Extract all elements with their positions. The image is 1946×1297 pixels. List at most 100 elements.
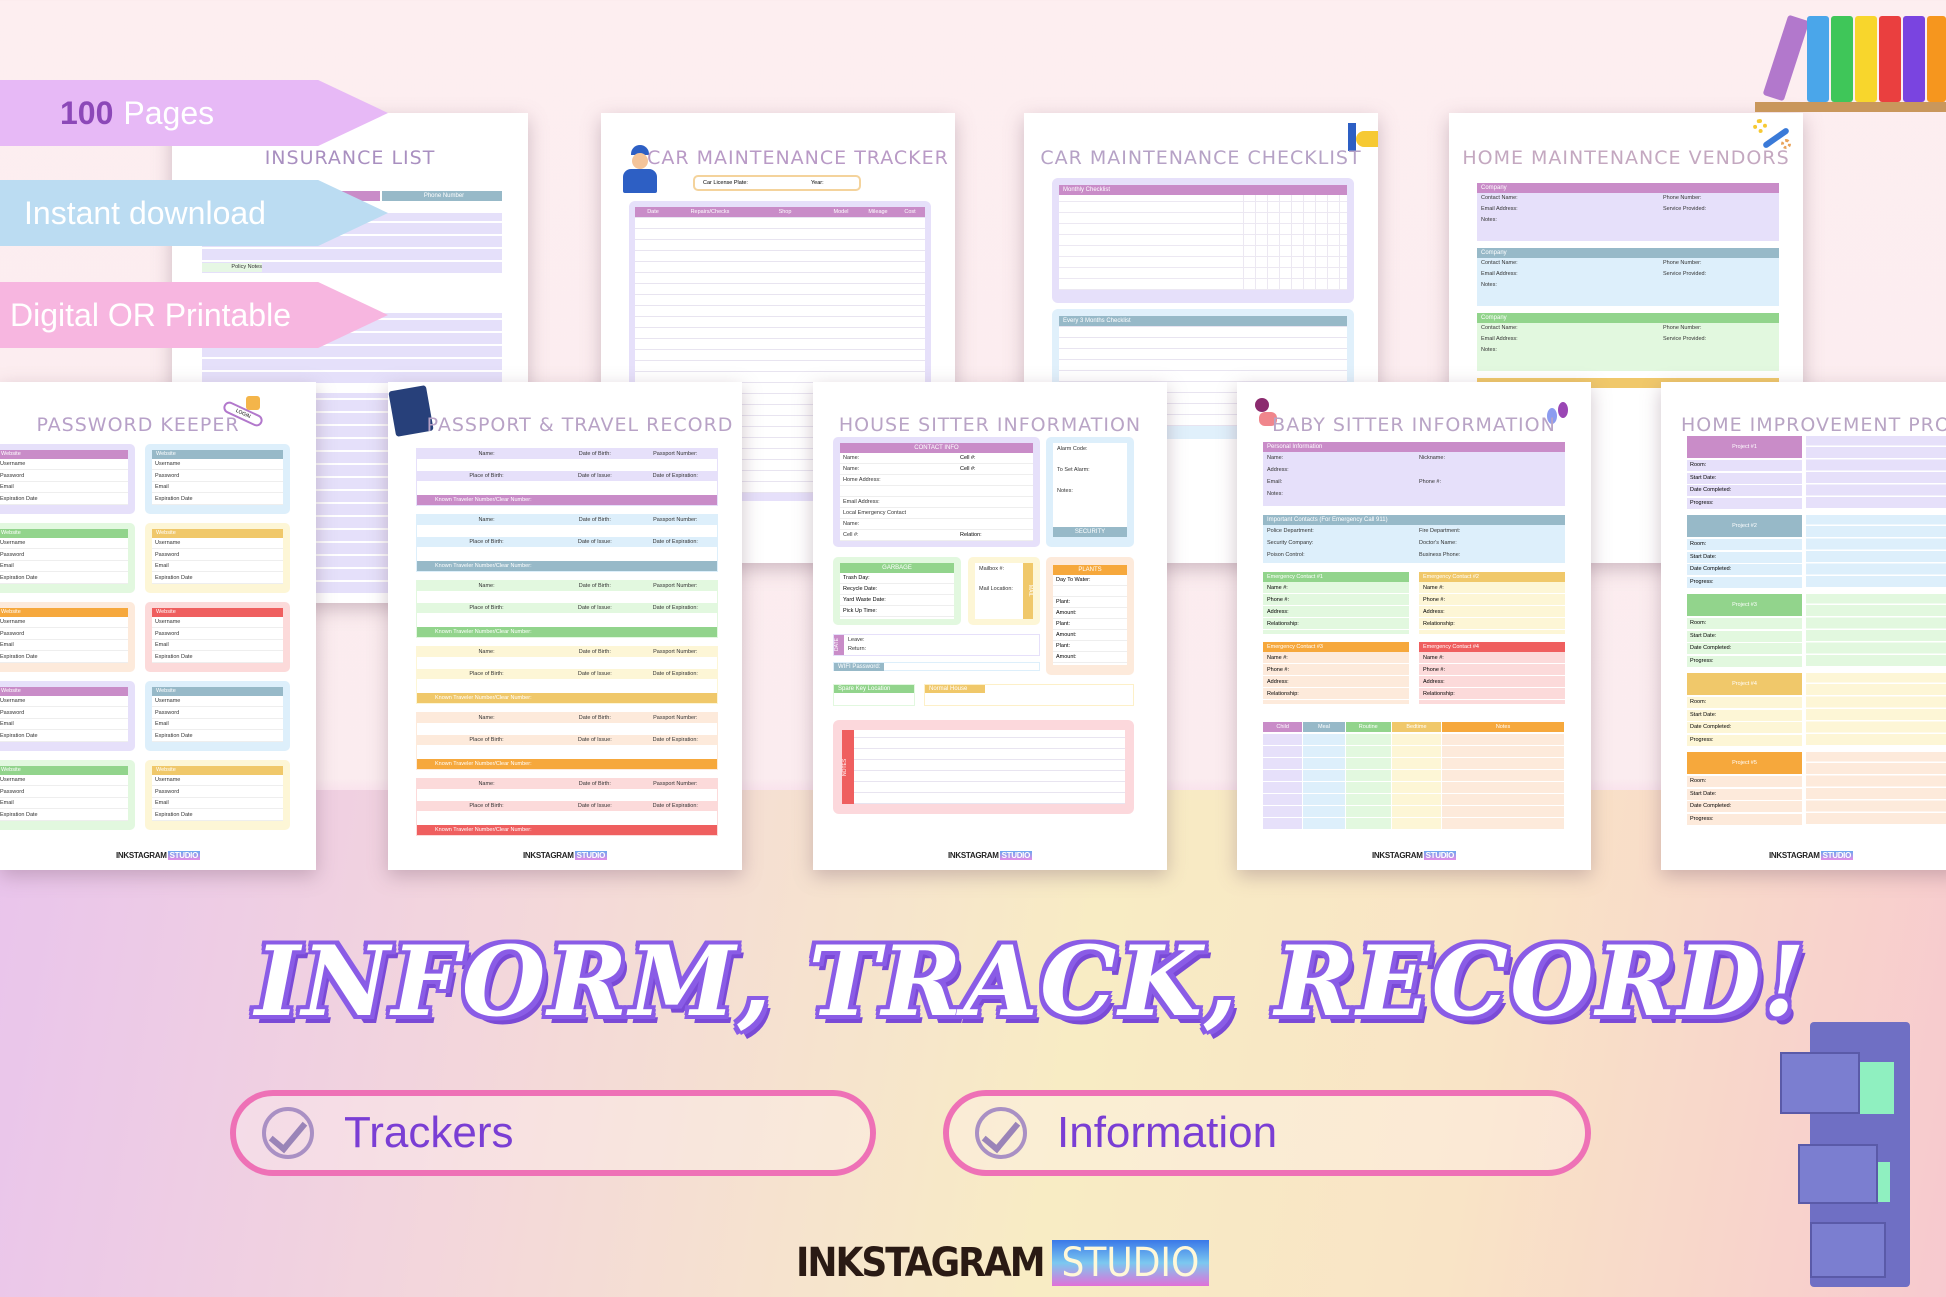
password-field-label: Email bbox=[0, 482, 128, 493]
page-password-keeper: PASSWORD KEEPER LOGIN Website Username Pas… bbox=[0, 382, 316, 870]
date-side-label: DATE bbox=[834, 635, 844, 655]
website-header: Website bbox=[152, 529, 283, 538]
project-header: Project #5 bbox=[1687, 752, 1802, 774]
emergency-field-label: Name #: bbox=[1263, 582, 1409, 594]
password-card: Website Username Password Email Expiration D… bbox=[145, 602, 290, 672]
passport-field-label: Date of Expiration: bbox=[652, 671, 698, 677]
monthly-checklist-box: Monthly Checklist bbox=[1052, 178, 1354, 303]
page-passport-travel-record: PASSPORT & TRAVEL RECORD Name: Date of Bi… bbox=[388, 382, 742, 870]
password-field-label: Username bbox=[0, 538, 128, 549]
password-field-label: Email bbox=[0, 719, 128, 730]
emergency-contact-header: Emergency Contact #3 bbox=[1263, 642, 1409, 652]
emergency-field-label: Relationship: bbox=[1419, 618, 1565, 630]
label-phone-number: Phone Number: bbox=[1663, 325, 1702, 331]
passport-field-label: Passport Number: bbox=[653, 715, 698, 721]
password-field-label: Expiration Date bbox=[0, 731, 128, 742]
project-header: Project #1 bbox=[1687, 436, 1802, 458]
footer-brand-name: INKSTAGRAM bbox=[1371, 851, 1423, 860]
passport-field-label: Date of Expiration: bbox=[652, 539, 698, 545]
passport-field-label: Date of Expiration: bbox=[652, 605, 698, 611]
emergency-field-label: Name #: bbox=[1419, 652, 1565, 664]
website-header: Website bbox=[152, 687, 283, 696]
col-cost: Cost bbox=[904, 209, 916, 215]
label-fire: Fire Department: bbox=[1419, 528, 1461, 534]
label-email: Email Address: bbox=[1481, 206, 1518, 212]
password-card: Website Username Password Email Expiration D… bbox=[0, 444, 135, 514]
password-field-label: Expiration Date bbox=[152, 731, 283, 742]
vendor-block: Company Contact Name: Phone Number: Emai… bbox=[1477, 183, 1779, 241]
schedule-column-header: Routine bbox=[1345, 722, 1391, 732]
emergency-field-label: Name #: bbox=[1263, 652, 1409, 664]
passport-field-label: Date of Issue: bbox=[577, 803, 612, 809]
page-baby-sitter-information: BABY SITTER INFORMATION Personal Informa… bbox=[1237, 382, 1591, 870]
banner-page-count: 100 Pages bbox=[0, 80, 388, 146]
project-field-label: Progress: bbox=[1687, 576, 1802, 588]
digital-printable-label: Digital OR Printable bbox=[10, 296, 291, 333]
passport-field-label: Name: bbox=[478, 649, 495, 655]
footer-brand-studio: STUDIO bbox=[999, 851, 1033, 860]
schedule-column-header: Notes bbox=[1442, 722, 1564, 732]
password-field-label: Password bbox=[0, 629, 128, 640]
footer-brand-studio: STUDIO bbox=[574, 851, 608, 860]
password-field-label: Username bbox=[152, 459, 283, 470]
garbage-field-label: Yard Waste Date: bbox=[840, 595, 954, 606]
schedule-column-header: Child bbox=[1263, 722, 1303, 732]
passport-field-label: Place of Birth: bbox=[469, 737, 504, 743]
known-traveler-header: Known Traveler Number/Clear Number: bbox=[417, 693, 717, 703]
page-title: HOUSE SITTER INFORMATION bbox=[838, 414, 1142, 436]
headline: INFORM, TRACK, RECORD! bbox=[255, 925, 1807, 1038]
feature-trackers: Trackers bbox=[230, 1090, 876, 1176]
password-field-label: Email bbox=[0, 561, 128, 572]
footer-brand-studio: STUDIO bbox=[1820, 851, 1854, 860]
password-card: Website Username Password Email Expiration D… bbox=[0, 523, 135, 593]
plant-field-label: Amount: bbox=[1053, 608, 1127, 619]
label-cell: Cell #: bbox=[960, 455, 976, 461]
password-field-label: Expiration Date bbox=[0, 573, 128, 584]
label-alarm-code: Alarm Code: bbox=[1057, 446, 1088, 452]
label-poison: Poison Control: bbox=[1267, 552, 1305, 558]
contact-field-label: Name: bbox=[840, 464, 1033, 475]
label-relation: Relation: bbox=[960, 532, 982, 538]
banner-instant-download: Instant download bbox=[0, 180, 388, 246]
password-card: Website Username Password Email Expiration D… bbox=[145, 523, 290, 593]
footer-brand-name: INKSTAGRAM bbox=[115, 851, 167, 860]
emergency-field-label: Phone #: bbox=[1419, 664, 1565, 676]
page-footer-brand: INKSTAGRAM STUDIO bbox=[813, 851, 1167, 860]
label-phone-number: Phone Number: bbox=[1663, 195, 1702, 201]
vendor-block: Company Contact Name: Phone Number: Emai… bbox=[1477, 248, 1779, 306]
project-field-label: Progress: bbox=[1687, 655, 1802, 667]
vendor-company-header: Company bbox=[1477, 313, 1779, 323]
plant-field-label bbox=[1053, 586, 1127, 597]
feature-information: Information bbox=[943, 1090, 1591, 1176]
project-field-label: Start Date: bbox=[1687, 551, 1802, 563]
check-circle-icon bbox=[975, 1107, 1027, 1159]
password-field-label: Expiration Date bbox=[0, 494, 128, 505]
monthly-checklist-header: Monthly Checklist bbox=[1059, 185, 1347, 195]
security-box: Alarm Code: To Set Alarm: Notes: SECURIT… bbox=[1046, 437, 1134, 547]
license-plate-box: Car License Plate: Year: bbox=[693, 175, 861, 191]
password-field-label: Password bbox=[152, 471, 283, 482]
col-date: Date bbox=[647, 209, 659, 215]
passport-block: Name: Date of Birth: Passport Number: Place… bbox=[416, 712, 718, 770]
col-shop: Shop bbox=[778, 209, 792, 215]
passport-field-label: Date of Expiration: bbox=[652, 803, 698, 809]
emergency-contact-block: Emergency Contact #1 Name #: Phone #: Addre… bbox=[1263, 572, 1409, 634]
page-title: BABY SITTER INFORMATION bbox=[1272, 414, 1556, 436]
schedule-table: Child Meal Routine Bedtime Notes bbox=[1263, 722, 1565, 834]
contact-info-box: CONTACT INFO Name: Name: Home Address: Emai… bbox=[833, 437, 1040, 547]
page-title: PASSWORD KEEPER bbox=[36, 414, 240, 436]
plant-field-label: Amount: bbox=[1053, 630, 1127, 641]
label-cell: Cell #: bbox=[960, 466, 976, 472]
passport-field-label: Passport Number: bbox=[653, 781, 698, 787]
col-repairs: Repairs/Checks bbox=[690, 209, 730, 215]
website-header: Website bbox=[0, 687, 128, 696]
emergency-contact-block: Emergency Contact #4 Name #: Phone #: Addre… bbox=[1419, 642, 1565, 704]
project-field-label: Date Completed: bbox=[1687, 643, 1802, 654]
passport-field-label: Date of Issue: bbox=[577, 473, 612, 479]
contact-field-label: Name: bbox=[840, 453, 1033, 464]
label-email: Email: bbox=[1267, 479, 1283, 485]
label-name: Name: bbox=[1267, 455, 1284, 461]
password-field-label: Username bbox=[152, 538, 283, 549]
project-field-label: Date Completed: bbox=[1687, 801, 1802, 812]
brand-name: INKSTAGRAM bbox=[796, 1240, 1046, 1286]
